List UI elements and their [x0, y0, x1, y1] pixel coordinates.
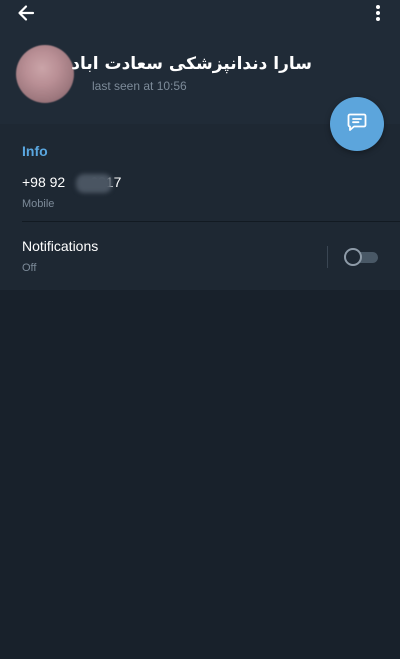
more-options-button[interactable] [366, 2, 390, 28]
back-button[interactable] [12, 2, 40, 28]
divider [22, 221, 400, 222]
contact-name: سارا دندانپزشکی سعادت اباد [71, 54, 312, 74]
more-vertical-icon [375, 4, 381, 26]
vertical-separator [327, 246, 328, 268]
profile-screen: سارا دندانپزشکی سعادت اباد last seen at … [0, 0, 400, 659]
phone-type-label: Mobile [22, 198, 55, 210]
notifications-label: Notifications [22, 238, 99, 254]
arrow-left-icon [16, 3, 36, 27]
message-icon [345, 110, 369, 138]
phone-number-prefix: +98 92 [22, 174, 66, 190]
send-message-button[interactable] [330, 97, 384, 151]
info-section: Info +98 926817 Mobile Notifications Off [0, 124, 400, 290]
avatar[interactable] [16, 45, 74, 103]
notifications-toggle[interactable] [344, 248, 378, 266]
notifications-row[interactable]: Notifications Off [0, 228, 400, 288]
phone-redaction [76, 174, 112, 193]
toggle-knob [344, 248, 362, 266]
phone-row[interactable]: +98 926817 Mobile [0, 168, 400, 220]
last-seen-status: last seen at 10:56 [92, 79, 187, 93]
notifications-state: Off [22, 262, 37, 274]
info-section-title: Info [22, 143, 48, 159]
